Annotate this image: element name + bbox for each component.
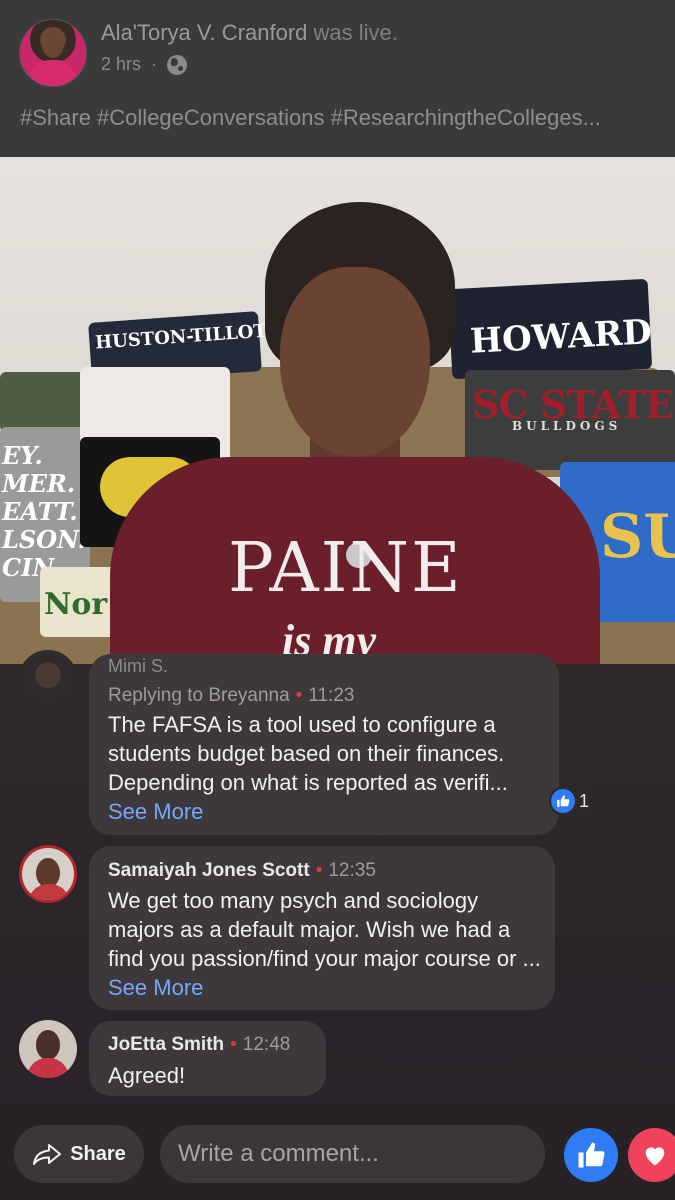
post-header: Ala'Torya V. Cranford was live. 2 hrs · … (0, 0, 675, 157)
comment-meta: Samaiyah Jones Scott • 12:35 (108, 860, 376, 881)
comment-time: 12:35 (328, 860, 376, 881)
globe-icon (167, 54, 188, 75)
like-button[interactable] (564, 1128, 618, 1182)
comment-author[interactable]: Mimi S. (108, 656, 168, 677)
comment-text: Agreed! (108, 1063, 186, 1088)
comment-avatar[interactable] (19, 1020, 77, 1078)
comment-avatar[interactable] (19, 650, 77, 706)
comment-text: The FAFSA is a tool used to configure a … (108, 710, 548, 826)
reaction-count: 1 (579, 790, 590, 811)
thumbs-up-icon (551, 789, 575, 813)
shirt-nor-text: Nor (44, 587, 108, 622)
shirt-bulldogs-text: BULLDOGS (512, 419, 622, 433)
see-more-link[interactable]: See More (108, 799, 203, 824)
share-arrow-icon (33, 1144, 62, 1165)
comment-body: The FAFSA is a tool used to configure a … (108, 712, 508, 795)
comment-time: 11:23 (308, 685, 355, 706)
see-more-link[interactable]: See More (108, 975, 203, 1000)
comments-panel[interactable]: Mimi S. Replying to Breyanna • 11:23 The F… (0, 650, 675, 1104)
comment-time: 12:48 (242, 1034, 291, 1055)
post-meta: 2 hrs · (101, 54, 188, 75)
reaction-badge[interactable]: 1 (549, 786, 596, 816)
author-action: was live. (313, 20, 398, 45)
live-video[interactable]: EY. MER. EATT. LSON. CIN. HUSTON-TILLOTS… (0, 157, 675, 664)
shirt-paine-text: PAINE (228, 529, 463, 608)
love-button[interactable] (628, 1128, 675, 1182)
share-label: Share (70, 1142, 126, 1165)
shirt-blue-text: SU (600, 502, 675, 572)
share-button[interactable]: Share (14, 1125, 144, 1183)
comment-text: We get too many psych and sociology majo… (108, 886, 546, 1002)
comment-meta: JoEtta Smith • 12:48 (108, 1034, 291, 1055)
author-avatar[interactable] (19, 19, 87, 87)
shirt-gray-text: EY. MER. EATT. LSON. CIN. (2, 441, 86, 582)
comment-author[interactable]: Samaiyah Jones Scott (108, 860, 310, 881)
author-line: Ala'Torya V. Cranford was live. (101, 20, 398, 46)
thumbs-up-icon (578, 1142, 605, 1168)
comment-input[interactable] (160, 1125, 545, 1183)
heart-icon (645, 1147, 665, 1166)
post-time[interactable]: 2 hrs (101, 54, 141, 75)
post-hashtags[interactable]: #Share #CollegeConversations #Researchin… (20, 105, 601, 131)
comment-author[interactable]: JoEtta Smith (108, 1034, 224, 1055)
comment-avatar[interactable] (19, 845, 77, 903)
reply-to-label[interactable]: Replying to Breyanna (108, 685, 290, 706)
author-name[interactable]: Ala'Torya V. Cranford (101, 20, 307, 45)
comment-meta: Replying to Breyanna • 11:23 (108, 685, 355, 706)
comment-body: We get too many psych and sociology majo… (108, 888, 541, 971)
